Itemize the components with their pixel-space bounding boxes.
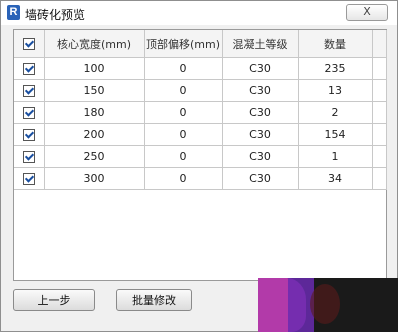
column-header-width[interactable]: 核心宽度(mm) <box>43 30 145 58</box>
grade-cell[interactable]: C30 <box>221 57 299 80</box>
revit-app-icon: R <box>7 5 20 20</box>
filler-cell <box>371 145 387 168</box>
offset-cell[interactable]: 0 <box>143 123 223 146</box>
table-row[interactable]: 180 0 C30 2 <box>14 101 387 124</box>
table-row[interactable]: 250 0 C30 1 <box>14 145 387 168</box>
previous-step-button[interactable]: 上一步 <box>13 289 95 311</box>
row-select-cell[interactable] <box>14 57 45 80</box>
close-button[interactable]: X <box>346 4 388 21</box>
grade-cell[interactable]: C30 <box>221 167 299 190</box>
filler-cell <box>371 57 387 80</box>
count-cell[interactable]: 235 <box>297 57 373 80</box>
offset-cell[interactable]: 0 <box>143 167 223 190</box>
column-header-grade[interactable]: 混凝土等级 <box>221 30 299 58</box>
select-all-checkbox[interactable] <box>22 38 35 50</box>
table-row[interactable]: 200 0 C30 154 <box>14 123 387 146</box>
count-cell[interactable]: 2 <box>297 101 373 124</box>
dialog-title: 墙砖化预览 <box>25 8 86 22</box>
grade-cell[interactable]: C30 <box>221 79 299 102</box>
overlay-shape <box>310 284 340 324</box>
table-header-row: 核心宽度(mm) 顶部偏移(mm) 混凝土等级 数量 <box>14 30 387 58</box>
offset-cell[interactable]: 0 <box>143 145 223 168</box>
title-bar: R 墙砖化预览 X <box>1 1 397 25</box>
row-checkbox[interactable] <box>22 63 35 75</box>
preview-grid: 核心宽度(mm) 顶部偏移(mm) 混凝土等级 数量 100 0 C30 235 <box>13 29 387 281</box>
batch-edit-button[interactable]: 批量修改 <box>116 289 192 311</box>
width-cell[interactable]: 200 <box>43 123 145 146</box>
table-row[interactable]: 300 0 C30 34 <box>14 167 387 190</box>
preview-table: 核心宽度(mm) 顶部偏移(mm) 混凝土等级 数量 100 0 C30 235 <box>14 30 387 190</box>
select-all-header[interactable] <box>14 30 45 58</box>
row-checkbox[interactable] <box>22 107 35 119</box>
row-select-cell[interactable] <box>14 167 45 190</box>
count-cell[interactable]: 1 <box>297 145 373 168</box>
corner-overlay-image <box>258 278 398 332</box>
grade-cell[interactable]: C30 <box>221 145 299 168</box>
column-header-filler <box>371 30 387 58</box>
row-select-cell[interactable] <box>14 79 45 102</box>
offset-cell[interactable]: 0 <box>143 79 223 102</box>
row-select-cell[interactable] <box>14 123 45 146</box>
count-cell[interactable]: 34 <box>297 167 373 190</box>
row-checkbox[interactable] <box>22 173 35 185</box>
grade-cell[interactable]: C30 <box>221 123 299 146</box>
width-cell[interactable]: 300 <box>43 167 145 190</box>
offset-cell[interactable]: 0 <box>143 57 223 80</box>
count-cell[interactable]: 13 <box>297 79 373 102</box>
column-header-offset[interactable]: 顶部偏移(mm) <box>143 30 223 58</box>
filler-cell <box>371 79 387 102</box>
row-checkbox[interactable] <box>22 129 35 141</box>
width-cell[interactable]: 150 <box>43 79 145 102</box>
row-checkbox[interactable] <box>22 85 35 97</box>
row-checkbox[interactable] <box>22 151 35 163</box>
row-select-cell[interactable] <box>14 101 45 124</box>
width-cell[interactable]: 180 <box>43 101 145 124</box>
width-cell[interactable]: 100 <box>43 57 145 80</box>
column-header-count[interactable]: 数量 <box>297 30 373 58</box>
filler-cell <box>371 123 387 146</box>
filler-cell <box>371 101 387 124</box>
table-row[interactable]: 150 0 C30 13 <box>14 79 387 102</box>
row-select-cell[interactable] <box>14 145 45 168</box>
table-row[interactable]: 100 0 C30 235 <box>14 57 387 80</box>
offset-cell[interactable]: 0 <box>143 101 223 124</box>
filler-cell <box>371 167 387 190</box>
grade-cell[interactable]: C30 <box>221 101 299 124</box>
count-cell[interactable]: 154 <box>297 123 373 146</box>
width-cell[interactable]: 250 <box>43 145 145 168</box>
